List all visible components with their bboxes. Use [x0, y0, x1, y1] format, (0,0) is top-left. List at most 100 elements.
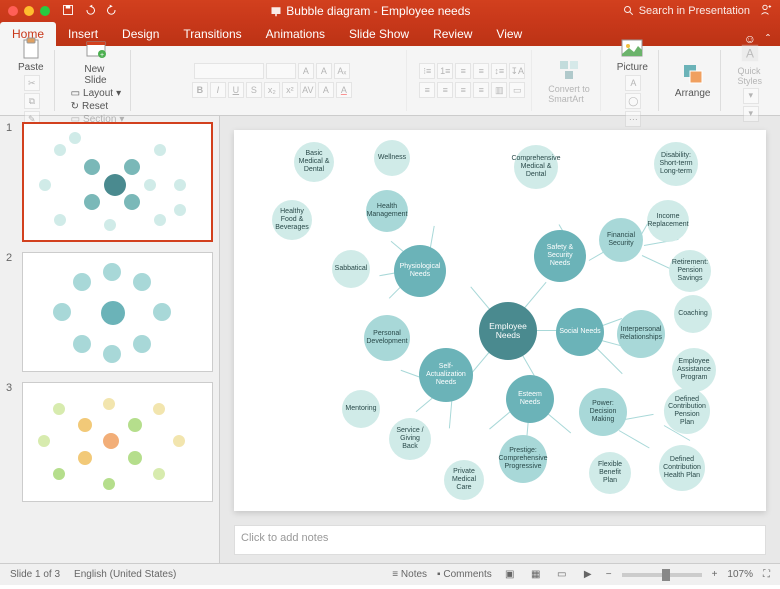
- indent-left-icon[interactable]: ≡: [455, 63, 471, 79]
- node-basic-medical[interactable]: Basic Medical & Dental: [294, 142, 334, 182]
- thumbnail-3[interactable]: 3: [6, 382, 213, 502]
- node-prestige[interactable]: Prestige: Comprehensive Progressive: [499, 435, 547, 483]
- reset-button[interactable]: ↻ Reset: [71, 101, 125, 112]
- layout-button[interactable]: ▭ Layout ▾: [71, 88, 125, 99]
- node-eap[interactable]: Employee Assistance Program: [672, 348, 716, 392]
- node-retirement[interactable]: Retirement: Pension Savings: [669, 250, 711, 292]
- zoom-out-button[interactable]: −: [606, 569, 612, 580]
- node-mentoring[interactable]: Mentoring: [342, 390, 380, 428]
- shapes-icon[interactable]: ◯: [625, 93, 641, 109]
- cut-icon[interactable]: ✂: [24, 75, 40, 91]
- slideshow-view-icon[interactable]: ▶: [580, 568, 596, 582]
- align-left-icon[interactable]: ≡: [419, 82, 435, 98]
- node-social[interactable]: Social Needs: [556, 308, 604, 356]
- node-center[interactable]: Employee Needs: [479, 302, 537, 360]
- slide-thumbnails[interactable]: 1 2: [0, 116, 220, 563]
- shape-fill-icon[interactable]: ▾: [743, 88, 759, 104]
- clear-format-icon[interactable]: Aₓ: [334, 63, 350, 79]
- node-sabbatical[interactable]: Sabbatical: [332, 250, 370, 288]
- redo-icon[interactable]: [106, 4, 118, 19]
- node-wellness[interactable]: Wellness: [374, 140, 410, 176]
- arrange-button[interactable]: Arrange: [671, 60, 715, 101]
- indent-right-icon[interactable]: ≡: [473, 63, 489, 79]
- bold-button[interactable]: B: [192, 82, 208, 98]
- node-dcpp[interactable]: Defined Contribution Pension Plan: [664, 388, 710, 434]
- strike-button[interactable]: S: [246, 82, 262, 98]
- thumbnail-1[interactable]: 1: [6, 122, 213, 242]
- node-disability[interactable]: Disability: Short-term Long-term: [654, 142, 698, 186]
- node-self-actualization[interactable]: Self-Actualization Needs: [419, 348, 473, 402]
- align-center-icon[interactable]: ≡: [437, 82, 453, 98]
- node-financial-security[interactable]: Financial Security: [599, 218, 643, 262]
- notes-pane[interactable]: Click to add notes: [234, 525, 766, 555]
- new-slide-button[interactable]: + New Slide: [80, 36, 112, 88]
- zoom-level[interactable]: 107%: [727, 569, 753, 580]
- slide-canvas[interactable]: Employee Needs Physiological Needs Safet…: [234, 130, 766, 511]
- text-direction-icon[interactable]: ↧A: [509, 63, 525, 79]
- fit-to-window-icon[interactable]: ⛶: [763, 569, 770, 580]
- notes-toggle[interactable]: ≡ Notes: [392, 569, 427, 580]
- superscript-button[interactable]: x²: [282, 82, 298, 98]
- tab-animations[interactable]: Animations: [254, 22, 337, 46]
- node-interpersonal[interactable]: Interpersonal Relationships: [617, 310, 665, 358]
- node-esteem[interactable]: Esteem Needs: [506, 375, 554, 423]
- sorter-view-icon[interactable]: ▦: [528, 568, 544, 582]
- minimize-window-button[interactable]: [24, 6, 34, 16]
- subscript-button[interactable]: x₂: [264, 82, 280, 98]
- node-coaching[interactable]: Coaching: [674, 295, 712, 333]
- textbox-icon[interactable]: A: [625, 75, 641, 91]
- paste-button[interactable]: Paste: [14, 34, 48, 75]
- collapse-ribbon-icon[interactable]: ˆ: [766, 32, 770, 46]
- tab-review[interactable]: Review: [421, 22, 484, 46]
- comments-toggle[interactable]: ▪ Comments: [437, 569, 492, 580]
- align-text-icon[interactable]: ▭: [509, 82, 525, 98]
- columns-icon[interactable]: ▥: [491, 82, 507, 98]
- more-icon[interactable]: ⋯: [625, 111, 641, 127]
- zoom-slider[interactable]: [622, 573, 702, 577]
- tab-slideshow[interactable]: Slide Show: [337, 22, 421, 46]
- align-right-icon[interactable]: ≡: [455, 82, 471, 98]
- italic-button[interactable]: I: [210, 82, 226, 98]
- smartart-button[interactable]: Convert to SmartArt: [544, 56, 594, 106]
- language-indicator[interactable]: English (United States): [74, 569, 176, 580]
- underline-button[interactable]: U: [228, 82, 244, 98]
- normal-view-icon[interactable]: ▣: [502, 568, 518, 582]
- save-icon[interactable]: [62, 4, 74, 19]
- node-income[interactable]: Income Replacement: [647, 200, 689, 242]
- char-spacing-icon[interactable]: AV: [300, 82, 316, 98]
- node-safety[interactable]: Safety & Security Needs: [534, 230, 586, 282]
- quick-styles-button[interactable]: A Quick Styles: [733, 40, 766, 88]
- node-flex-benefit[interactable]: Flexible Benefit Plan: [589, 452, 631, 494]
- tab-transitions[interactable]: Transitions: [171, 22, 253, 46]
- undo-icon[interactable]: [84, 4, 96, 19]
- line-spacing-icon[interactable]: ↕≡: [491, 63, 507, 79]
- font-color-icon[interactable]: A: [336, 82, 352, 98]
- tab-view[interactable]: View: [484, 22, 534, 46]
- thumbnail-2[interactable]: 2: [6, 252, 213, 372]
- node-power[interactable]: Power: Decision Making: [579, 388, 627, 436]
- picture-button[interactable]: Picture: [613, 34, 652, 75]
- reading-view-icon[interactable]: ▭: [554, 568, 570, 582]
- highlight-icon[interactable]: A: [318, 82, 334, 98]
- copy-icon[interactable]: ⧉: [24, 93, 40, 109]
- justify-icon[interactable]: ≡: [473, 82, 489, 98]
- close-window-button[interactable]: [8, 6, 18, 16]
- shape-outline-icon[interactable]: ▾: [743, 106, 759, 122]
- tab-design[interactable]: Design: [110, 22, 171, 46]
- node-physiological[interactable]: Physiological Needs: [394, 245, 446, 297]
- font-select[interactable]: [194, 63, 264, 79]
- node-personal-dev[interactable]: Personal Development: [364, 315, 410, 361]
- search-box[interactable]: Search in Presentation: [623, 5, 750, 17]
- node-healthy-food[interactable]: Healthy Food & Beverages: [272, 200, 312, 240]
- numbering-icon[interactable]: 1≡: [437, 63, 453, 79]
- bullets-icon[interactable]: ⁝≡: [419, 63, 435, 79]
- node-private-medical[interactable]: Private Medical Care: [444, 460, 484, 500]
- zoom-window-button[interactable]: [40, 6, 50, 16]
- zoom-in-button[interactable]: +: [712, 569, 718, 580]
- node-service[interactable]: Service / Giving Back: [389, 418, 431, 460]
- share-icon[interactable]: [758, 3, 772, 20]
- node-dchp[interactable]: Defined Contribution Health Plan: [659, 445, 705, 491]
- font-size[interactable]: [266, 63, 296, 79]
- shrink-font-icon[interactable]: A: [316, 63, 332, 79]
- node-comp-medical[interactable]: Comprehensive Medical & Dental: [514, 145, 558, 189]
